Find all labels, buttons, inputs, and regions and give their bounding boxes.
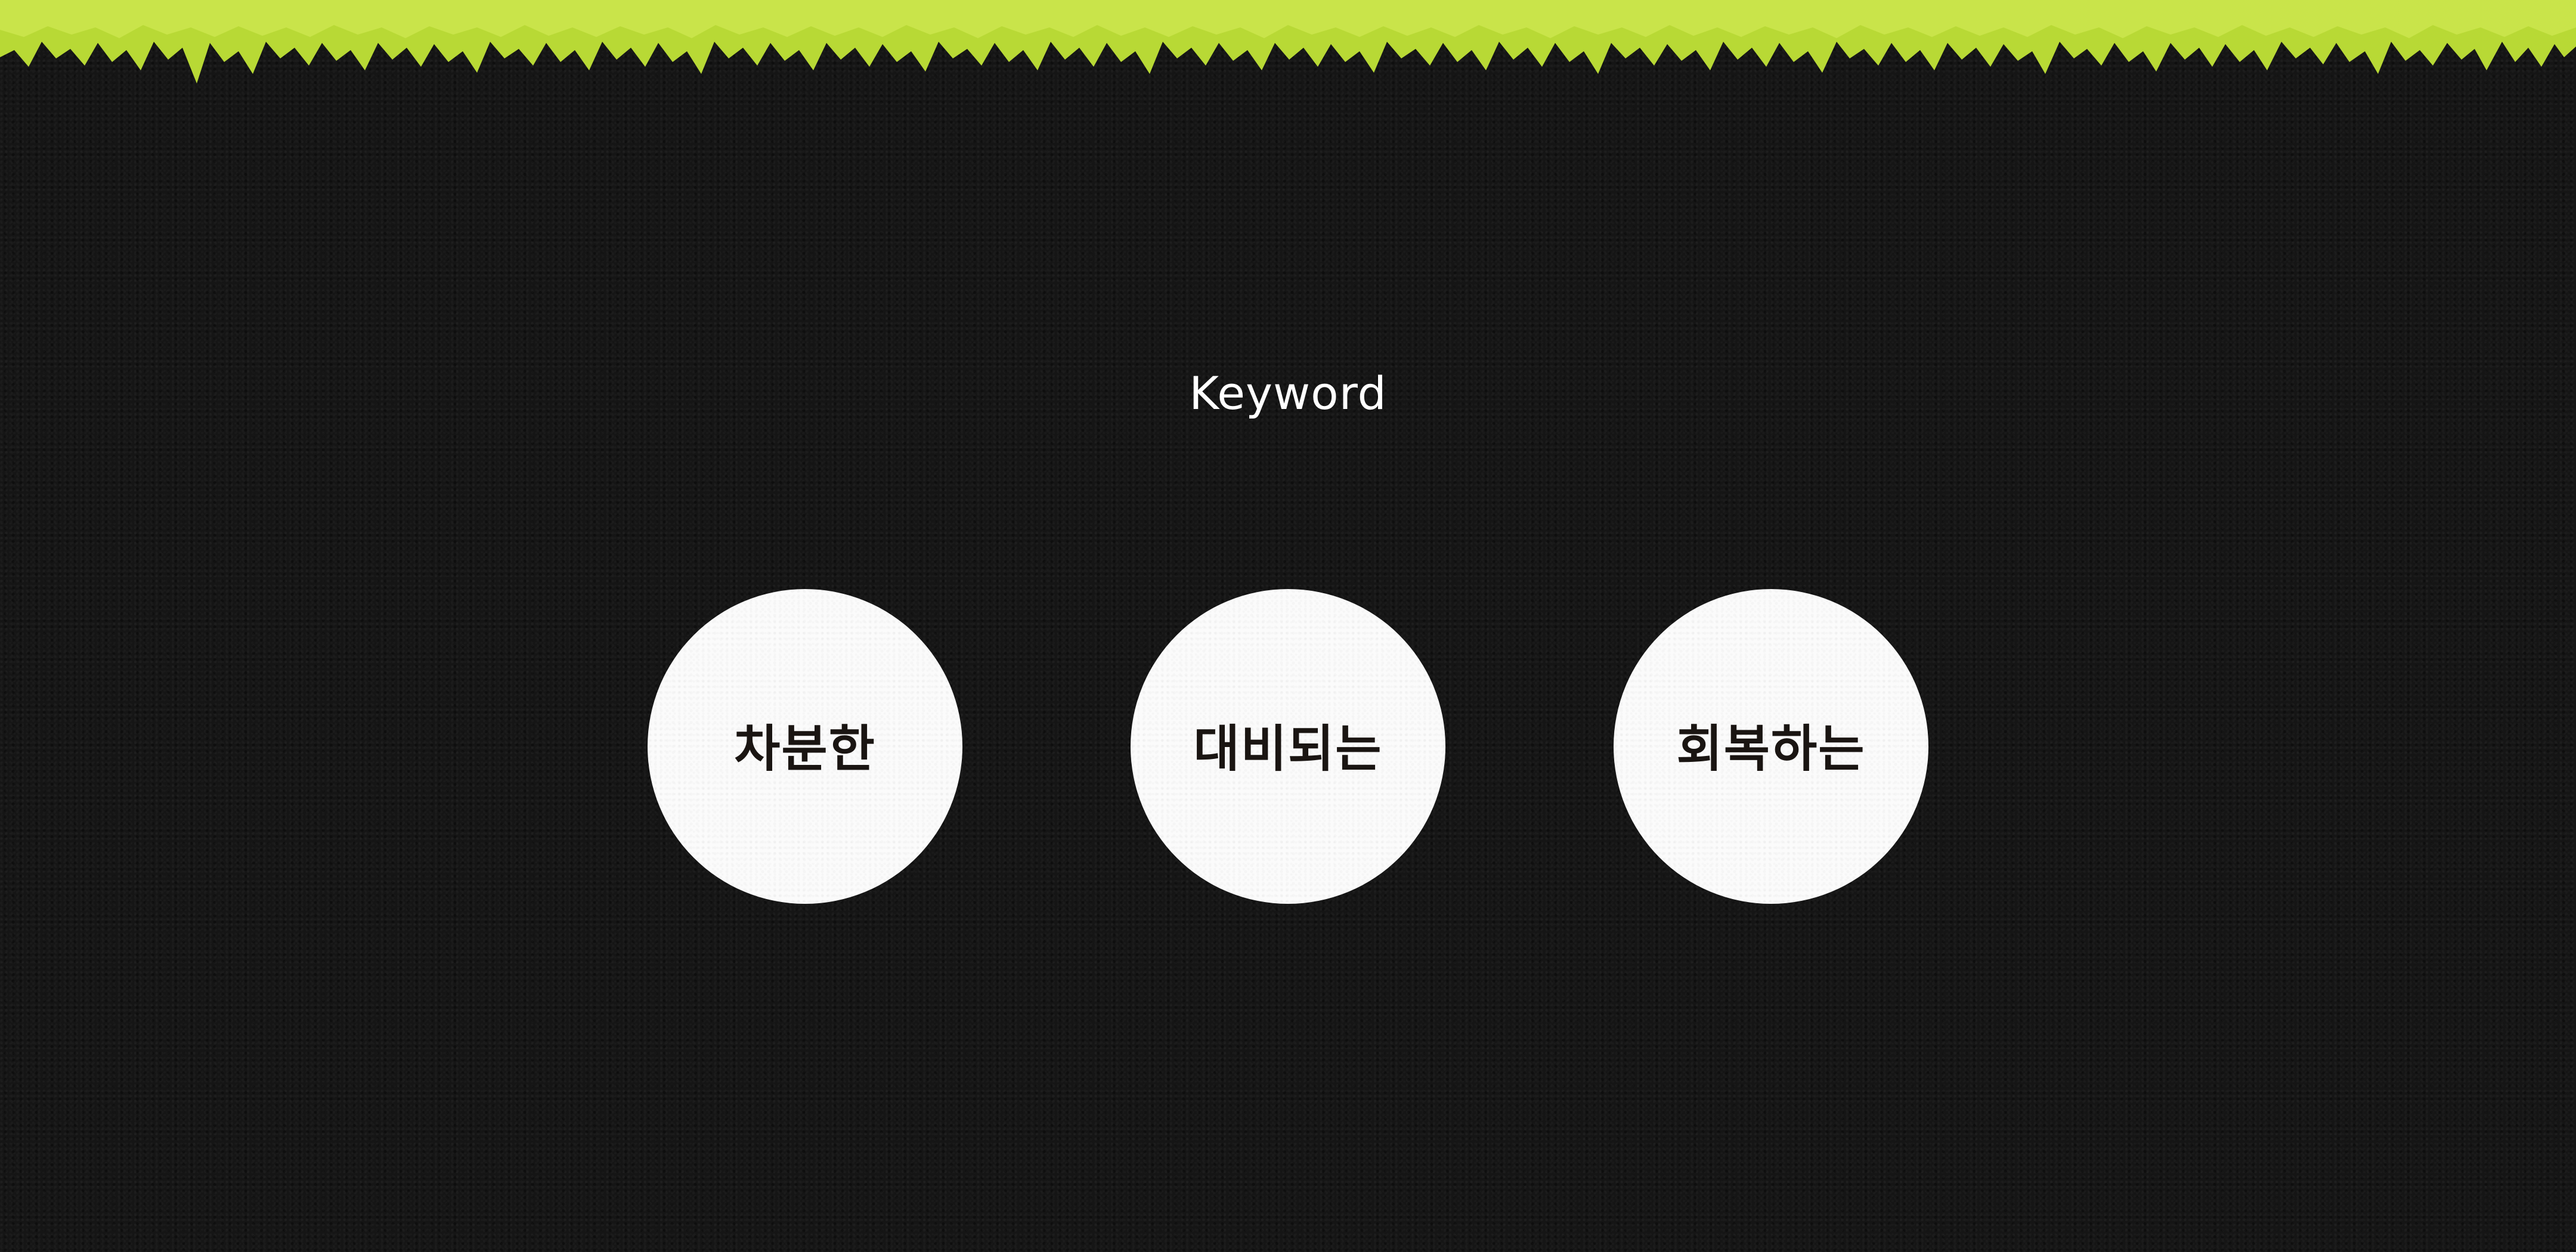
keyword-label: 회복하는	[1676, 719, 1866, 778]
keyword-label: 차분한	[734, 719, 876, 778]
keyword-circle-1: 차분한	[648, 589, 962, 904]
keyword-label: 대비되는	[1193, 719, 1383, 778]
grass-border	[0, 0, 2576, 83]
keyword-circle-2: 대비되는	[1131, 589, 1445, 904]
keyword-section: Keyword 차분한 대비되는 회복하는	[0, 0, 2576, 1252]
section-title: Keyword	[1189, 367, 1387, 420]
keyword-circle-3: 회복하는	[1614, 589, 1928, 904]
